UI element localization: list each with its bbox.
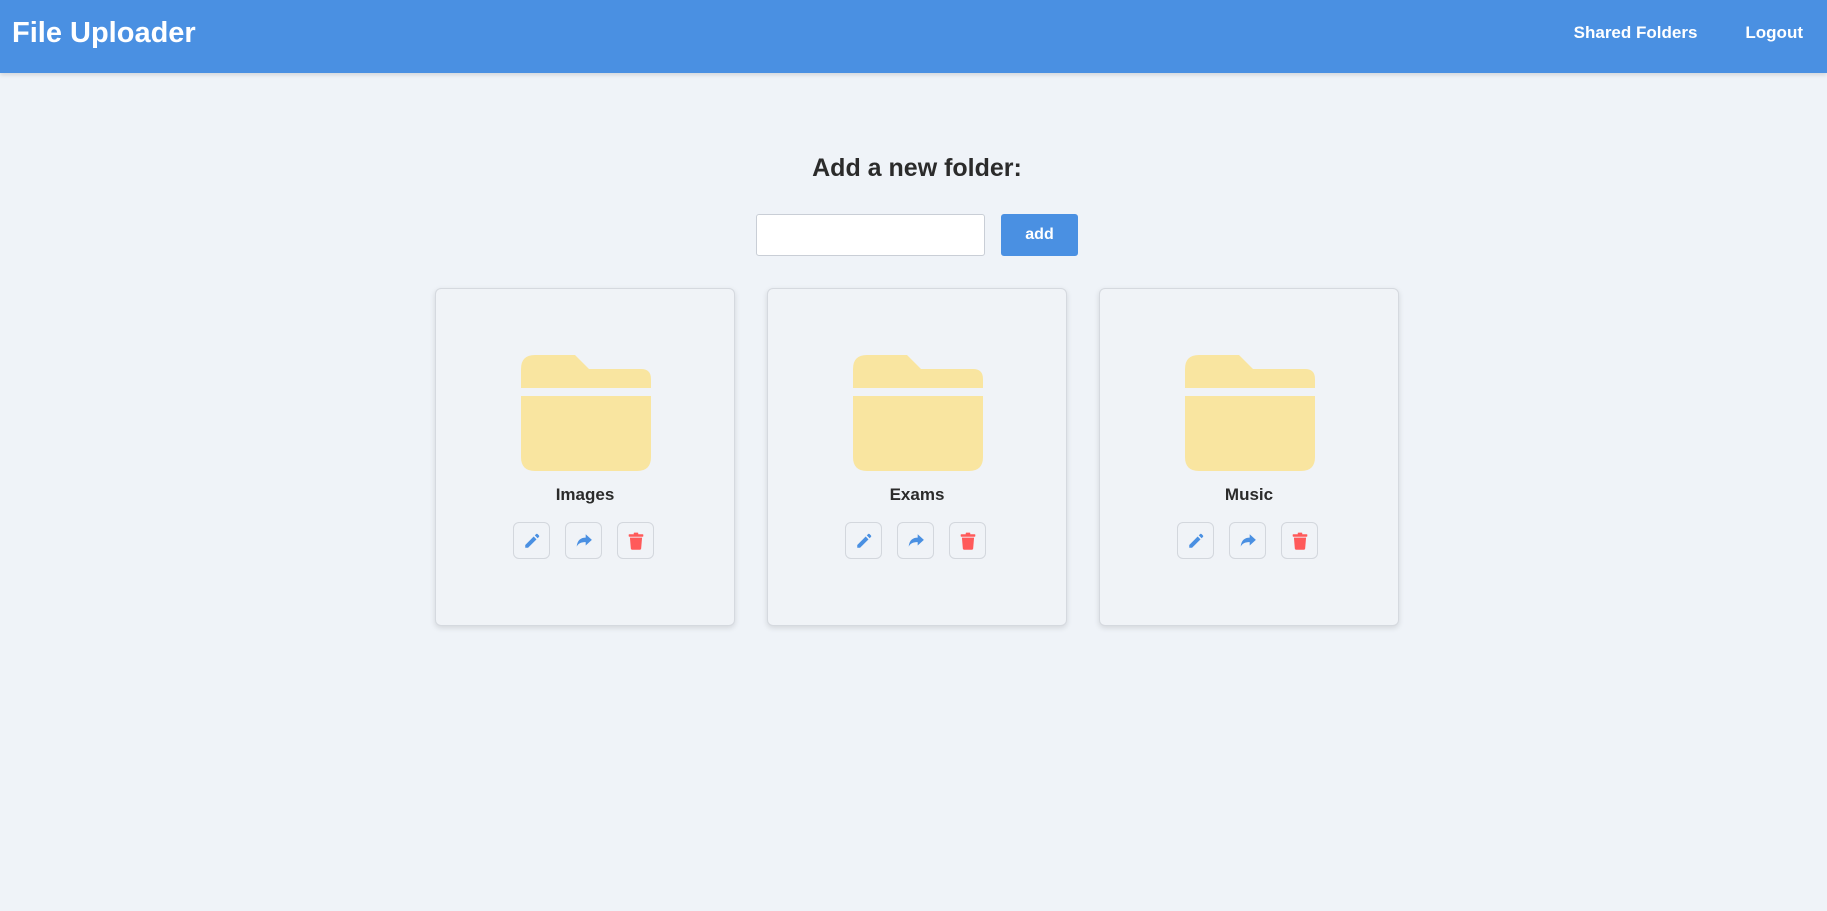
folder-actions	[513, 522, 654, 559]
folder-name: Exams	[889, 485, 945, 504]
add-folder-heading: Add a new folder:	[812, 154, 1022, 182]
folder-actions	[845, 522, 986, 559]
folder-icon	[1185, 355, 1315, 471]
edit-icon	[856, 533, 871, 548]
share-icon	[908, 533, 924, 547]
folder-card-images[interactable]: Images	[435, 288, 735, 626]
folder-icon	[521, 355, 651, 471]
folder-icon	[853, 355, 983, 471]
nav-links: Shared Folders Logout	[1574, 22, 1803, 44]
delete-button[interactable]	[949, 522, 986, 559]
trash-icon	[628, 532, 643, 550]
share-icon	[576, 533, 592, 547]
navbar: File Uploader Shared Folders Logout	[0, 0, 1827, 73]
share-button[interactable]	[565, 522, 602, 559]
add-folder-form: add	[756, 214, 1078, 256]
edit-button[interactable]	[513, 522, 550, 559]
edit-icon	[1188, 533, 1203, 548]
edit-button[interactable]	[1177, 522, 1214, 559]
trash-icon	[1292, 532, 1307, 550]
folder-name: Images	[555, 485, 615, 504]
delete-button[interactable]	[1281, 522, 1318, 559]
folder-name: Music	[1224, 485, 1274, 504]
share-button[interactable]	[1229, 522, 1266, 559]
shared-folders-link[interactable]: Shared Folders	[1574, 22, 1698, 44]
app-title: File Uploader	[12, 17, 196, 49]
folder-actions	[1177, 522, 1318, 559]
folder-card-exams[interactable]: Exams	[767, 288, 1067, 626]
delete-button[interactable]	[617, 522, 654, 559]
share-icon	[1240, 533, 1256, 547]
share-button[interactable]	[897, 522, 934, 559]
edit-icon	[524, 533, 539, 548]
trash-icon	[960, 532, 975, 550]
logout-link[interactable]: Logout	[1745, 22, 1803, 44]
folder-name-input[interactable]	[756, 214, 985, 256]
folder-grid: Images Exams Music	[435, 288, 1399, 626]
add-button[interactable]: add	[1001, 214, 1078, 256]
folder-card-music[interactable]: Music	[1099, 288, 1399, 626]
edit-button[interactable]	[845, 522, 882, 559]
